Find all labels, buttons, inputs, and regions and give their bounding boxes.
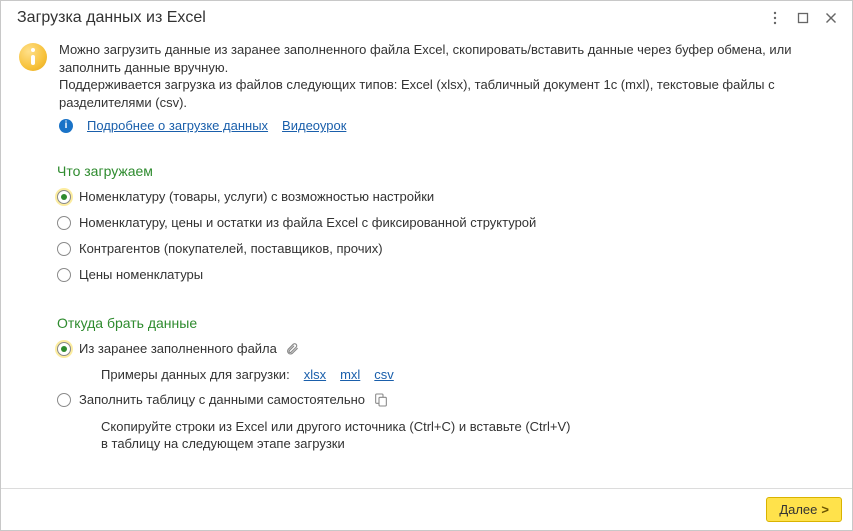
radio-icon[interactable] — [57, 190, 71, 204]
what-option-0[interactable]: Номенклатуру (товары, услуги) с возможно… — [57, 185, 834, 209]
radio-icon[interactable] — [57, 342, 71, 356]
section-what: Что загружаем Номенклатуру (товары, услу… — [19, 163, 834, 287]
info-line2: Поддерживается загрузка из файлов следую… — [59, 76, 834, 111]
samples-label: Примеры данных для загрузки: — [101, 367, 290, 382]
chevron-right-icon: > — [821, 502, 829, 517]
section-where-title: Откуда брать данные — [57, 315, 834, 331]
what-option-1[interactable]: Номенклатуру, цены и остатки из файла Ex… — [57, 211, 834, 235]
where-option-file-label: Из заранее заполненного файла — [79, 341, 277, 356]
dialog-body: Можно загрузить данные из заранее заполн… — [1, 35, 852, 488]
dialog-window: Загрузка данных из Excel Можно загрузит — [0, 0, 853, 531]
radio-icon[interactable] — [57, 268, 71, 282]
what-option-label: Номенклатуру (товары, услуги) с возможно… — [79, 189, 434, 204]
paste-hint: Скопируйте строки из Excel или другого и… — [101, 418, 721, 453]
section-what-title: Что загружаем — [57, 163, 834, 179]
paste-icon[interactable] — [373, 392, 389, 408]
radio-icon[interactable] — [57, 242, 71, 256]
what-option-label: Цены номенклатуры — [79, 267, 203, 282]
info-text: Можно загрузить данные из заранее заполн… — [59, 41, 834, 135]
sample-link-csv[interactable]: csv — [374, 367, 394, 382]
info-block: Можно загрузить данные из заранее заполн… — [19, 41, 834, 135]
radio-icon[interactable] — [57, 393, 71, 407]
menu-more-icon[interactable] — [764, 7, 786, 29]
what-option-label: Контрагентов (покупателей, поставщиков, … — [79, 241, 383, 256]
dialog-footer: Далее > — [1, 488, 852, 530]
maximize-icon[interactable] — [792, 7, 814, 29]
title-bar: Загрузка данных из Excel — [1, 1, 852, 35]
where-option-manual[interactable]: Заполнить таблицу с данными самостоятель… — [57, 388, 834, 412]
sample-link-mxl[interactable]: mxl — [340, 367, 360, 382]
samples-row: Примеры данных для загрузки: xlsx mxl cs… — [101, 367, 834, 382]
paperclip-icon[interactable] — [285, 342, 299, 356]
sample-link-xlsx[interactable]: xlsx — [304, 367, 326, 382]
link-more[interactable]: Подробнее о загрузке данных — [87, 117, 268, 135]
paste-hint-line2: в таблицу на следующем этапе загрузки — [101, 435, 721, 453]
paste-hint-line1: Скопируйте строки из Excel или другого и… — [101, 418, 721, 436]
what-option-2[interactable]: Контрагентов (покупателей, поставщиков, … — [57, 237, 834, 261]
where-option-manual-label: Заполнить таблицу с данными самостоятель… — [79, 392, 365, 407]
info-big-icon — [19, 43, 47, 71]
what-option-3[interactable]: Цены номенклатуры — [57, 263, 834, 287]
info-small-icon: i — [59, 119, 73, 133]
next-button-label: Далее — [779, 502, 817, 517]
link-video[interactable]: Видеоурок — [282, 117, 346, 135]
info-line1: Можно загрузить данные из заранее заполн… — [59, 41, 834, 76]
section-where: Откуда брать данные Из заранее заполненн… — [19, 315, 834, 453]
close-icon[interactable] — [820, 7, 842, 29]
window-title: Загрузка данных из Excel — [17, 9, 758, 27]
next-button[interactable]: Далее > — [766, 497, 842, 522]
where-option-file[interactable]: Из заранее заполненного файла — [57, 337, 834, 361]
what-option-label: Номенклатуру, цены и остатки из файла Ex… — [79, 215, 536, 230]
info-links: i Подробнее о загрузке данных Видеоурок — [59, 117, 834, 135]
radio-icon[interactable] — [57, 216, 71, 230]
